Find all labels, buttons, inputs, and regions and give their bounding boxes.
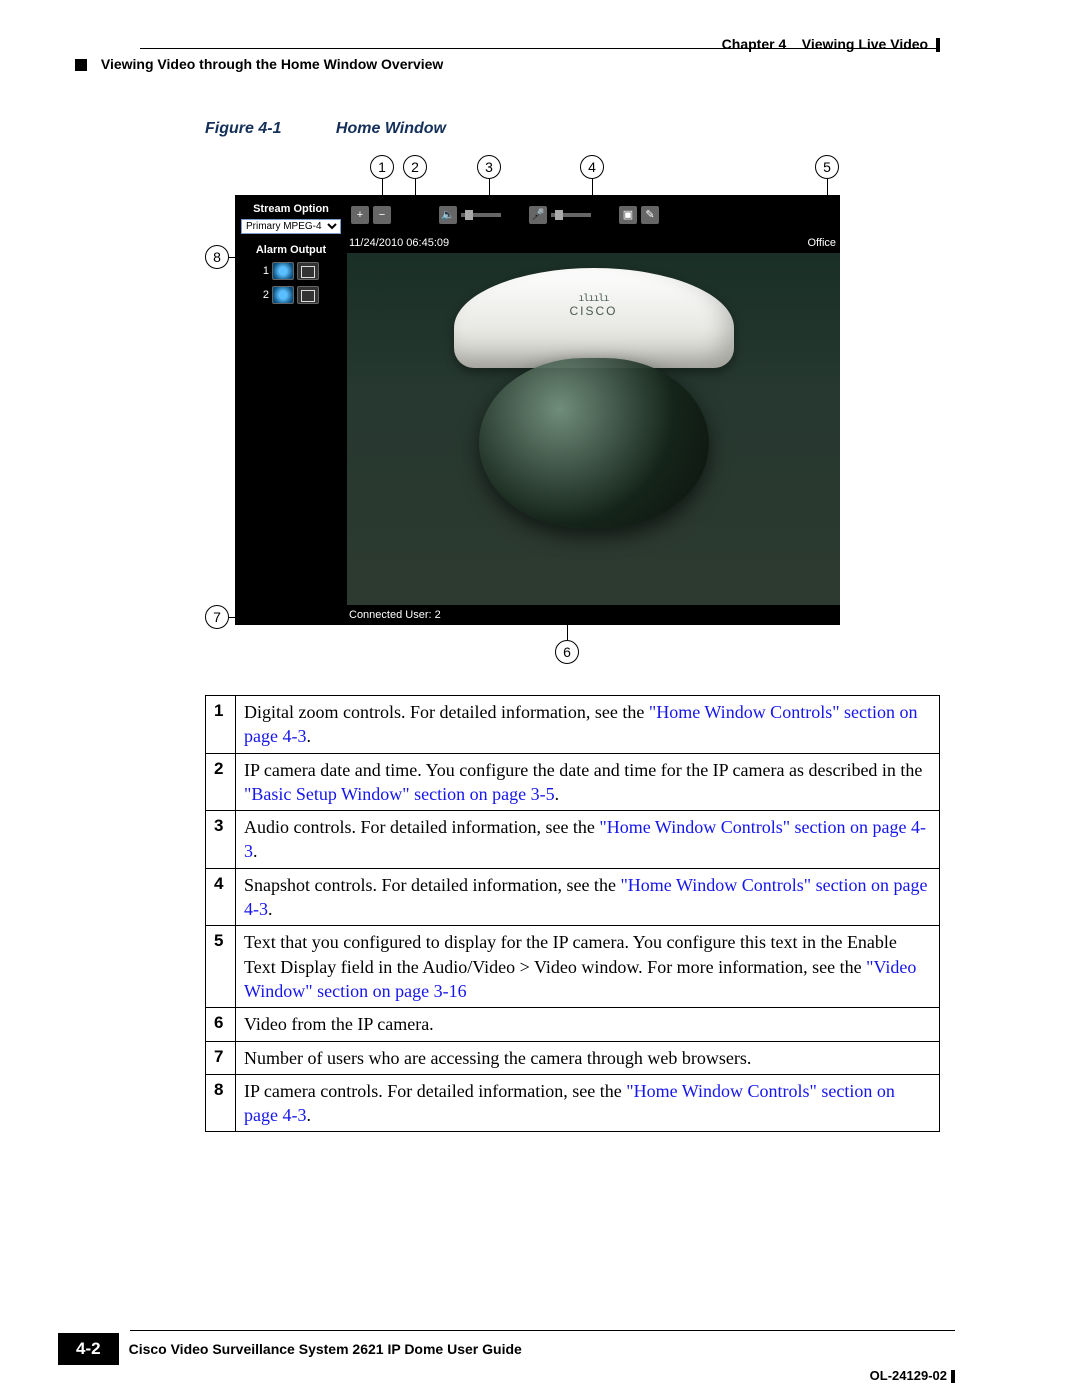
row-number: 7 <box>206 1041 236 1074</box>
figure: 1 2 3 4 5 6 7 8 Stream Option Primary MP… <box>205 145 845 675</box>
row-description: Video from the IP camera. <box>236 1008 940 1041</box>
alarm-row-num: 2 <box>263 289 269 301</box>
table-row: 5Text that you configured to display for… <box>206 926 940 1008</box>
mic-slider[interactable] <box>551 213 591 217</box>
zoom-in-icon[interactable]: + <box>351 206 369 224</box>
chapter-label: Chapter 4 <box>722 36 787 52</box>
callout-7: 7 <box>205 605 229 629</box>
row-description: Number of users who are accessing the ca… <box>236 1041 940 1074</box>
row-description: Text that you configured to display for … <box>236 926 940 1008</box>
footer-bar-end <box>951 1370 955 1383</box>
speaker-icon[interactable]: 🔈 <box>439 206 457 224</box>
callout-4: 4 <box>580 155 604 179</box>
speaker-slider[interactable] <box>461 213 501 217</box>
toolbar: + − 🔈 🎤 ▣ ✎ <box>347 195 840 235</box>
camera-home-window: Stream Option Primary MPEG-4 Alarm Outpu… <box>235 195 840 625</box>
table-row: 7Number of users who are accessing the c… <box>206 1041 940 1074</box>
cisco-logo: ılıılı CISCO <box>569 293 617 318</box>
row-description: IP camera date and time. You configure t… <box>236 753 940 811</box>
row-number: 1 <box>206 696 236 754</box>
table-row: 6Video from the IP camera. <box>206 1008 940 1041</box>
mic-icon[interactable]: 🎤 <box>529 206 547 224</box>
row-number: 3 <box>206 811 236 869</box>
chapter-header: Chapter 4 Viewing Live Video <box>722 36 940 52</box>
camera-controls-panel: Stream Option Primary MPEG-4 Alarm Outpu… <box>235 195 347 625</box>
row-number: 6 <box>206 1008 236 1041</box>
video-feed: ılıılı CISCO <box>347 253 840 605</box>
alarm-row-num: 1 <box>263 265 269 277</box>
cross-reference-link[interactable]: "Basic Setup Window" section on page 3-5 <box>244 784 555 804</box>
table-row: 2IP camera date and time. You configure … <box>206 753 940 811</box>
zoom-out-icon[interactable]: − <box>373 206 391 224</box>
row-number: 8 <box>206 1074 236 1132</box>
row-description: Audio controls. For detailed information… <box>236 811 940 869</box>
chapter-title: Viewing Live Video <box>802 36 928 52</box>
callout-3: 3 <box>477 155 501 179</box>
table-row: 3Audio controls. For detailed informatio… <box>206 811 940 869</box>
alarm-off-button[interactable] <box>297 262 319 280</box>
save-icon[interactable]: ✎ <box>641 206 659 224</box>
video-panel: + − 🔈 🎤 ▣ ✎ 11/24/2010 06:45:09 Office ı <box>347 195 840 625</box>
camera-dome-base <box>454 268 734 368</box>
figure-title: Home Window <box>336 120 446 137</box>
alarm-on-button[interactable] <box>272 286 294 304</box>
page-number-badge: 4-2 <box>58 1333 119 1365</box>
callout-8: 8 <box>205 245 229 269</box>
header-bar-end <box>936 38 940 52</box>
callout-2: 2 <box>403 155 427 179</box>
snapshot-icon[interactable]: ▣ <box>619 206 637 224</box>
figure-key-table: 1Digital zoom controls. For detailed inf… <box>205 695 940 1132</box>
figure-caption: Figure 4-1 Home Window <box>205 120 446 138</box>
cisco-logo-text: CISCO <box>569 304 617 318</box>
section-bullet-icon <box>75 59 87 71</box>
figure-label: Figure 4-1 <box>205 120 281 137</box>
table-row: 8IP camera controls. For detailed inform… <box>206 1074 940 1132</box>
row-number: 2 <box>206 753 236 811</box>
cisco-logo-bars: ılıılı <box>569 293 617 304</box>
video-location-label: Office <box>807 237 836 249</box>
footer-guide-title: Cisco Video Surveillance System 2621 IP … <box>129 1341 522 1357</box>
footer-doc-id: OL-24129-02 <box>870 1368 955 1383</box>
alarm-row-1: 1 <box>235 262 347 280</box>
camera-dome-glass <box>479 358 709 528</box>
alarm-row-2: 2 <box>235 286 347 304</box>
alarm-off-button[interactable] <box>297 286 319 304</box>
alarm-on-button[interactable] <box>272 262 294 280</box>
row-number: 4 <box>206 868 236 926</box>
footer-rule <box>130 1330 955 1331</box>
section-title: Viewing Video through the Home Window Ov… <box>101 56 443 72</box>
video-area: 11/24/2010 06:45:09 Office ılıılı CISCO … <box>347 235 840 625</box>
row-description: Digital zoom controls. For detailed info… <box>236 696 940 754</box>
table-row: 4Snapshot controls. For detailed informa… <box>206 868 940 926</box>
row-description: Snapshot controls. For detailed informat… <box>236 868 940 926</box>
callout-5: 5 <box>815 155 839 179</box>
table-row: 1Digital zoom controls. For detailed inf… <box>206 696 940 754</box>
section-header: Viewing Video through the Home Window Ov… <box>75 56 443 72</box>
stream-option-select[interactable]: Primary MPEG-4 <box>241 219 341 234</box>
row-description: IP camera controls. For detailed informa… <box>236 1074 940 1132</box>
callout-6: 6 <box>555 640 579 664</box>
video-timestamp: 11/24/2010 06:45:09 <box>349 237 449 249</box>
connected-user-count: Connected User: 2 <box>349 609 441 621</box>
figure-key-table-el: 1Digital zoom controls. For detailed inf… <box>205 695 940 1132</box>
callout-1: 1 <box>370 155 394 179</box>
alarm-output-label: Alarm Output <box>235 244 347 256</box>
header-rule <box>140 48 940 49</box>
stream-option-label: Stream Option <box>235 203 347 215</box>
page-footer: 4-2 Cisco Video Surveillance System 2621… <box>58 1330 955 1365</box>
row-number: 5 <box>206 926 236 1008</box>
